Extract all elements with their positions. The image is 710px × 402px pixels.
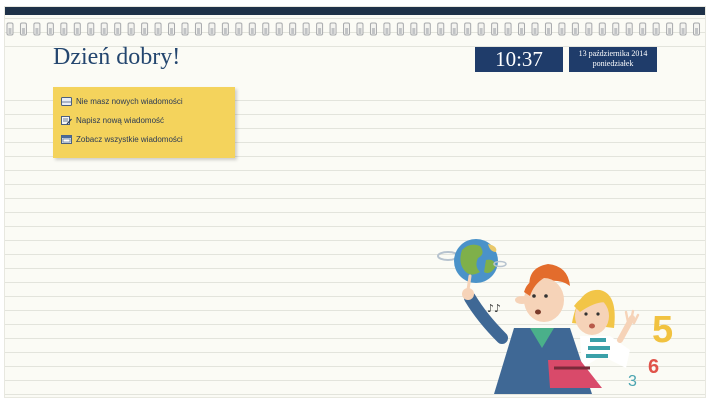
envelope-icon [61, 97, 72, 106]
compose-icon [61, 116, 72, 125]
messages-panel: Nie masz nowych wiadomości Napisz nową w… [53, 87, 235, 158]
children-globe-illustration: ♪♪ 5 6 3 [437, 239, 673, 394]
clock-display: 10:37 [475, 47, 563, 72]
girl-figure [572, 289, 640, 368]
inbox-icon [61, 135, 72, 144]
greeting-title: Dzień dobry! [53, 44, 181, 70]
svg-text:♪♪: ♪♪ [487, 302, 501, 315]
spiral-binding [5, 21, 705, 41]
number-six: 6 [648, 356, 659, 378]
compose-message-item[interactable]: Napisz nową wiadomość [53, 111, 235, 130]
weekday-text: poniedziałek [592, 59, 634, 68]
all-messages-item[interactable]: Zobacz wszystkie wiadomości [53, 130, 235, 149]
date-text: 13 października 2014 [578, 49, 648, 58]
globe-icon [437, 239, 507, 283]
top-bar [5, 7, 705, 15]
all-messages-label: Zobacz wszystkie wiadomości [76, 135, 183, 144]
date-display: 13 października 2014 poniedziałek [569, 47, 657, 72]
compose-message-label: Napisz nową wiadomość [76, 116, 165, 125]
number-three: 3 [628, 373, 637, 390]
no-new-messages-item[interactable]: Nie masz nowych wiadomości [53, 92, 235, 111]
number-five: 5 [652, 309, 673, 351]
no-new-messages-label: Nie masz nowych wiadomości [76, 97, 183, 106]
